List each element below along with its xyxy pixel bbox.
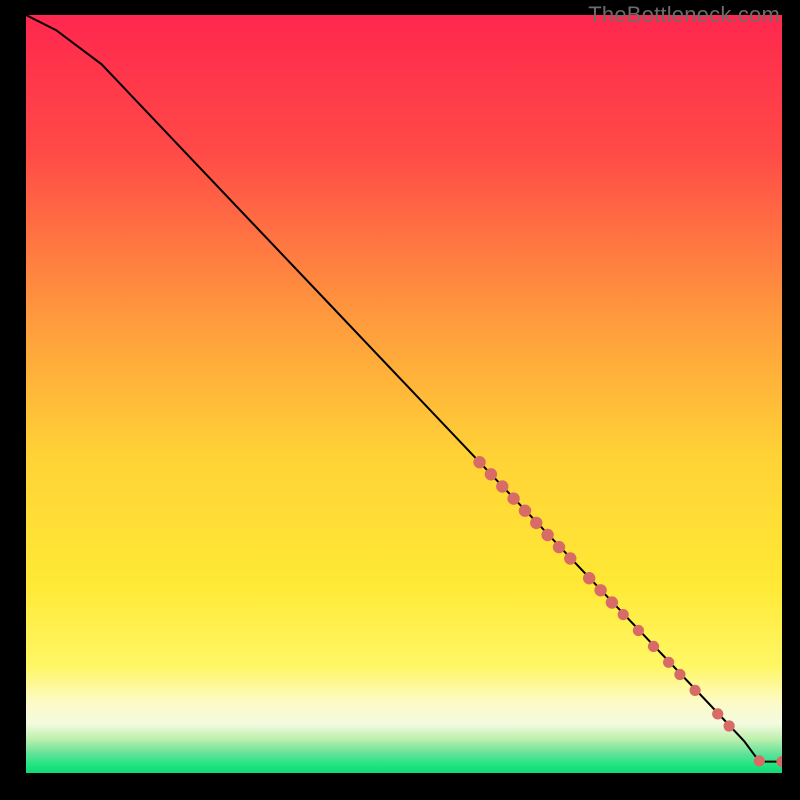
data-point	[564, 552, 576, 564]
data-point	[553, 541, 565, 553]
data-point	[618, 609, 629, 620]
data-point	[724, 720, 735, 731]
marker-group	[473, 456, 782, 767]
data-point	[583, 572, 595, 584]
data-point	[606, 596, 618, 608]
main-curve	[26, 15, 782, 762]
data-point	[712, 708, 723, 719]
data-point	[594, 584, 606, 596]
data-point	[648, 641, 659, 652]
data-point	[473, 456, 485, 468]
data-point	[690, 685, 701, 696]
data-point	[507, 492, 519, 504]
data-point	[754, 755, 765, 766]
data-point	[519, 505, 531, 517]
data-point	[674, 669, 685, 680]
curve-layer	[26, 15, 782, 773]
chart-stage: TheBottleneck.com	[0, 0, 800, 800]
plot-area	[26, 15, 782, 773]
data-point	[530, 517, 542, 529]
data-point	[541, 529, 553, 541]
data-point	[485, 468, 497, 480]
data-point	[776, 756, 782, 767]
data-point	[633, 625, 644, 636]
data-point	[663, 657, 674, 668]
data-point	[496, 480, 508, 492]
